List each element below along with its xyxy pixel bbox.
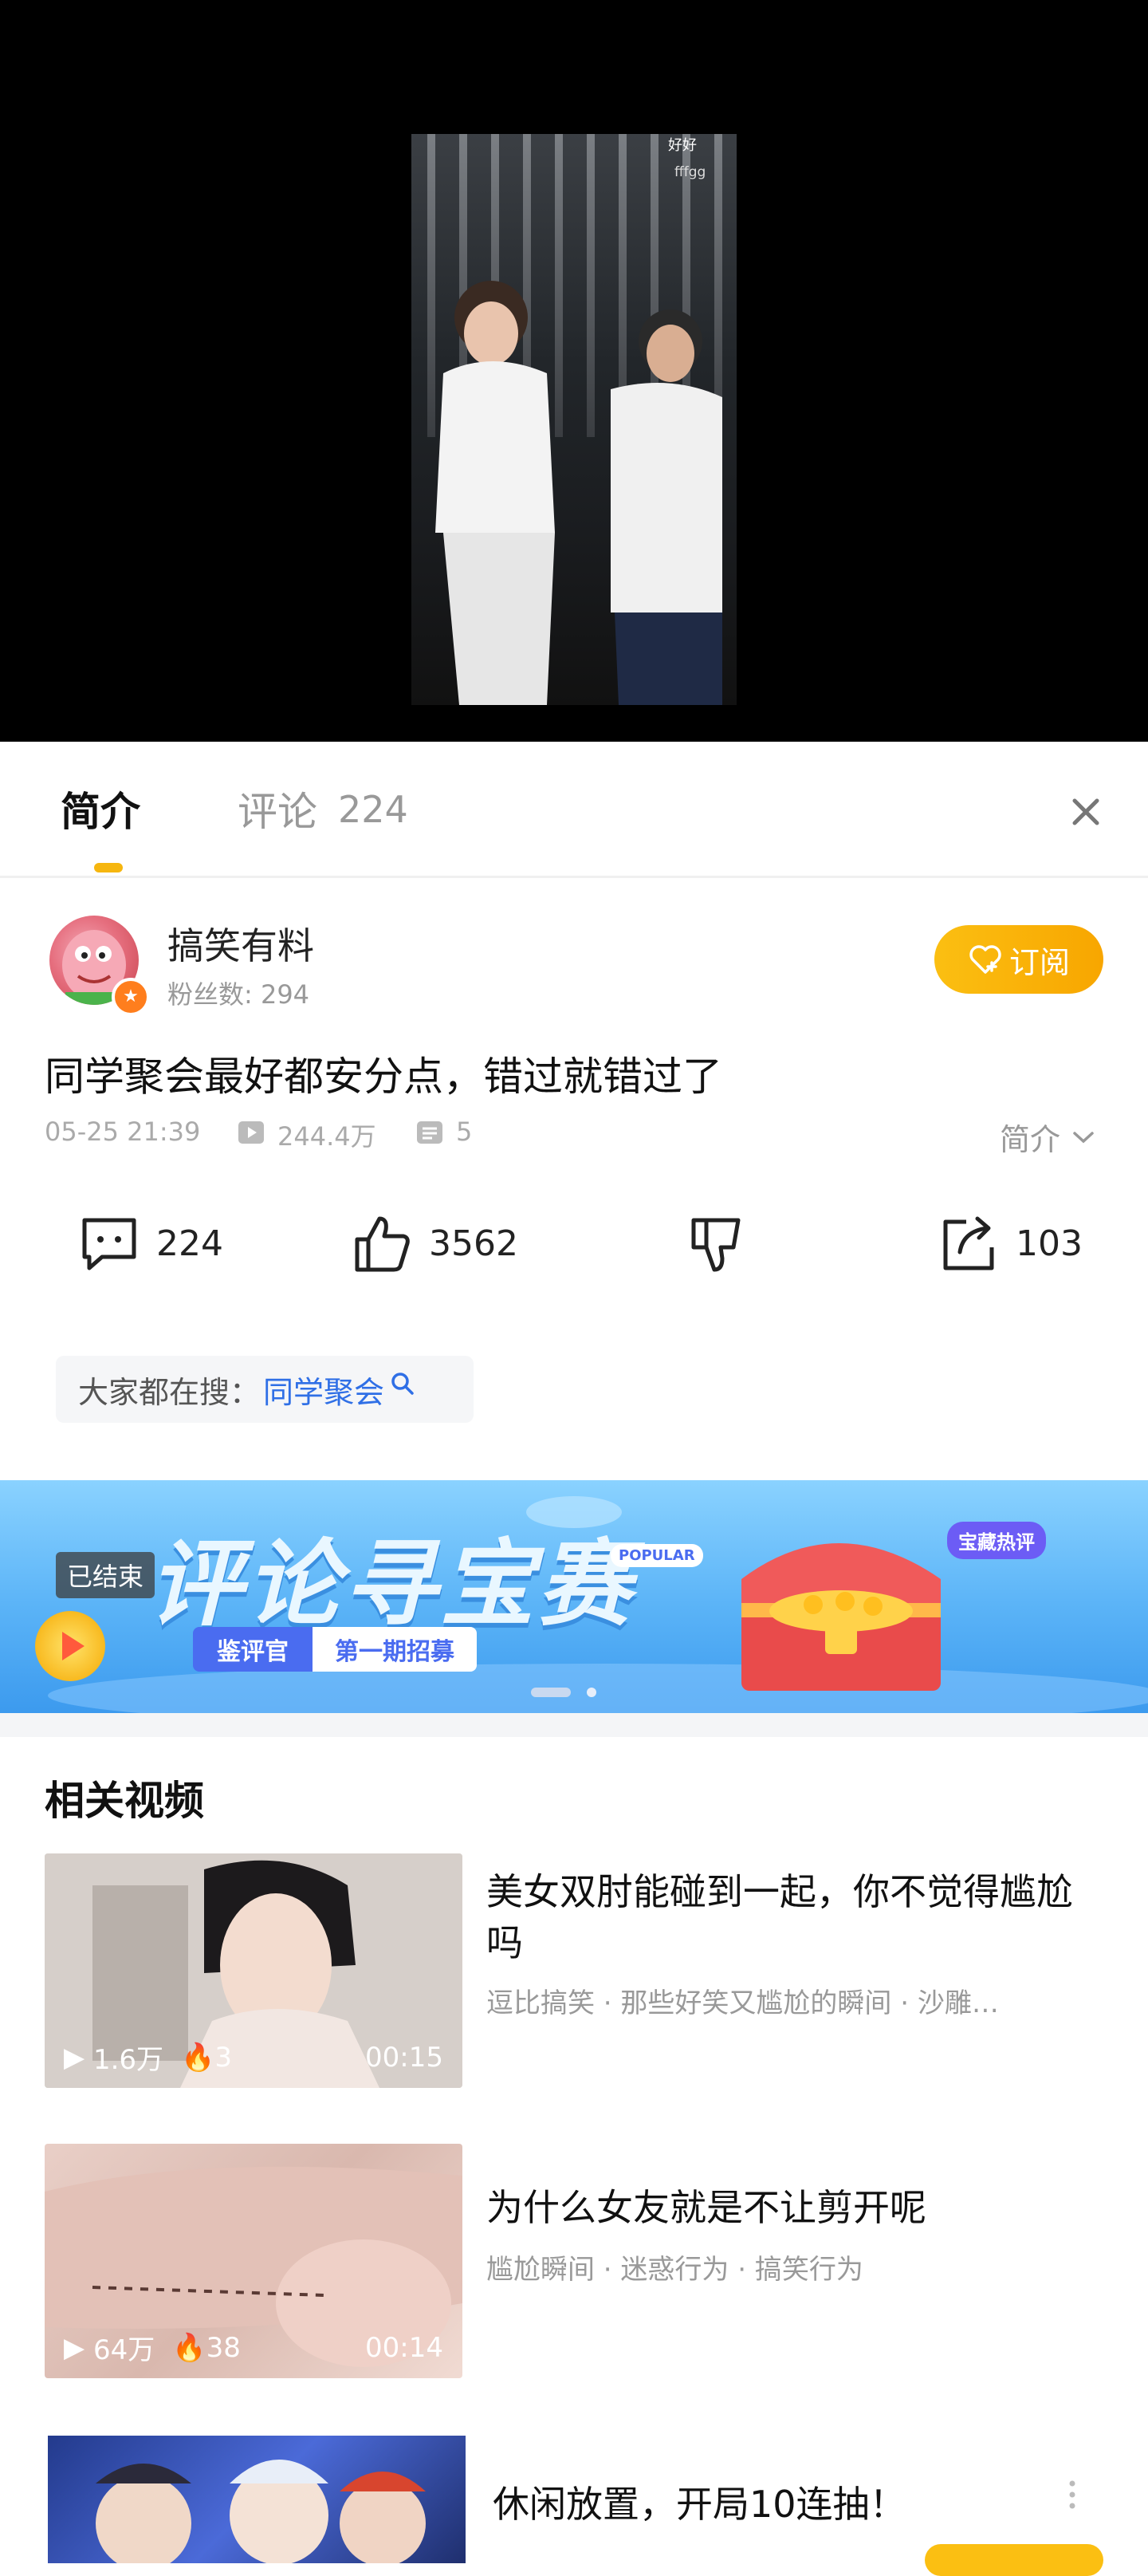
popular-badge: POPULAR [611, 1544, 703, 1567]
thumbnail-stats: ▶ 1.6万 🔥 3 00:15 [64, 2038, 443, 2077]
fire-icon: 🔥 [172, 2331, 206, 2364]
related-video-title[interactable]: 为什么女友就是不让剪开呢 [486, 2182, 1092, 2233]
video-duration: 00:14 [365, 2331, 443, 2364]
subscribe-label: 订阅 [1008, 944, 1070, 980]
related-video-title[interactable]: 美女双肘能碰到一起，你不觉得尴尬吗 [486, 1866, 1092, 1968]
comment-count: 224 [156, 1223, 223, 1264]
tab-comments[interactable]: 评论 [238, 780, 317, 837]
related-videos-heading: 相关视频 [45, 1778, 204, 1824]
comment-action[interactable]: 224 [78, 1212, 223, 1274]
more-options-icon[interactable] [1060, 2479, 1084, 2511]
banner-tag: 第一期招募 [313, 1627, 477, 1672]
search-prefix: 大家都在搜： [78, 1374, 261, 1410]
play-count-icon: ▶ [64, 2331, 93, 2364]
thumbs-down-icon [691, 1218, 741, 1272]
carousel-dot-active[interactable] [531, 1688, 571, 1697]
fans-count: 粉丝数: 294 [167, 979, 310, 1010]
ad-title[interactable]: 休闲放置，开局10连抽！ [493, 2476, 906, 2528]
author-name[interactable]: 搞笑有料 [167, 917, 314, 970]
share-action[interactable]: 103 [938, 1212, 1083, 1274]
hot-count: 3 [214, 2041, 233, 2074]
heart-plus-icon [969, 945, 1001, 974]
carousel-dot[interactable] [587, 1688, 596, 1697]
banner-title: 评论寻宝赛 [148, 1529, 635, 1639]
trending-search-chip[interactable]: 大家都在搜： 同学聚会 [56, 1356, 474, 1423]
play-count-icon: ▶ [64, 2041, 93, 2074]
thumbnail-stats: ▶ 64万 🔥 38 00:14 [64, 2328, 443, 2367]
ad-thumbnail[interactable] [48, 2436, 466, 2563]
comment-icon [82, 1218, 136, 1270]
share-icon [943, 1216, 994, 1270]
thumbs-up-icon [355, 1216, 410, 1272]
close-icon [1072, 798, 1099, 825]
publish-date: 05-25 21:39 [45, 1117, 201, 1147]
fire-icon: 🔥 [181, 2041, 215, 2074]
verified-badge-icon: ★ [112, 978, 150, 1016]
ad-action-button[interactable] [925, 2544, 1103, 2576]
collection-icon [416, 1120, 443, 1145]
video-overlay-text: fffgg [674, 164, 706, 180]
related-video-thumbnail[interactable]: ▶ 64万 🔥 38 00:14 [45, 2144, 462, 2378]
active-tab-indicator [94, 863, 123, 872]
related-video-tags: 尴尬瞬间 · 迷惑行为 · 搞笑行为 [486, 2254, 863, 2286]
related-video-thumbnail[interactable]: ▶ 1.6万 🔥 3 00:15 [45, 1853, 462, 2088]
play-count-icon [238, 1120, 265, 1145]
play-icon [35, 1611, 105, 1681]
video-overlay-text: 好好 [668, 137, 697, 154]
view-count: 64万 [92, 2334, 155, 2366]
share-count: 103 [1016, 1223, 1083, 1264]
divider [0, 876, 1148, 878]
treasure-chest-icon [710, 1499, 965, 1707]
like-count: 3562 [429, 1223, 518, 1264]
video-frame[interactable] [411, 134, 737, 705]
hot-count: 38 [206, 2331, 241, 2364]
tab-comments-count[interactable]: 224 [338, 788, 408, 831]
intro-toggle-label: 简介 [1000, 1122, 1061, 1157]
subscribe-button[interactable]: 订阅 [934, 925, 1103, 994]
collection-count: 5 [456, 1117, 473, 1147]
related-video-tags: 逗比搞笑 · 那些好笑又尴尬的瞬间 · 沙雕… [486, 1987, 999, 2019]
play-count: 244.4万 [277, 1121, 376, 1152]
section-divider [0, 1713, 1148, 1737]
like-action[interactable]: 3562 [351, 1212, 518, 1274]
video-duration: 00:15 [365, 2041, 443, 2074]
dislike-action[interactable] [686, 1212, 748, 1274]
search-icon [391, 1373, 414, 1395]
view-count: 1.6万 [92, 2044, 164, 2076]
chevron-down-icon [1073, 1131, 1094, 1143]
banner-tag: 鉴评官 [193, 1627, 313, 1672]
tab-intro[interactable]: 简介 [61, 780, 140, 837]
status-badge: 已结束 [56, 1552, 155, 1598]
close-button[interactable] [1060, 786, 1111, 837]
intro-expand-toggle[interactable]: 简介 [1000, 1115, 1095, 1159]
video-title: 同学聚会最好都安分点，错过就错过了 [45, 1054, 722, 1100]
search-term-link[interactable]: 同学聚会 [263, 1368, 384, 1412]
